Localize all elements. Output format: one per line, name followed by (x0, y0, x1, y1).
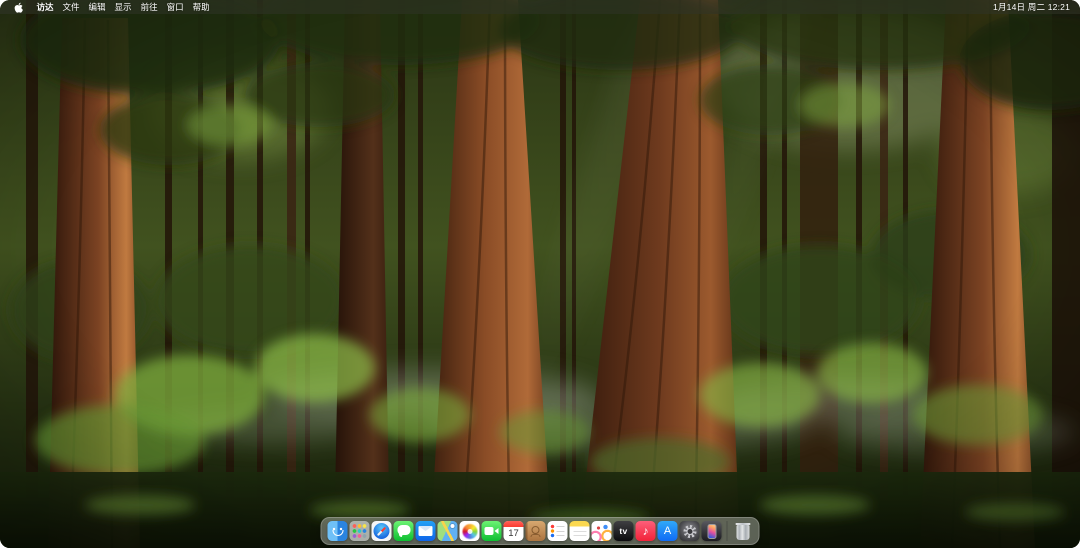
menu-item-5[interactable]: 前往 (136, 0, 162, 14)
dock: 17 tv♪A (321, 517, 760, 545)
menu-item-1[interactable]: 访达 (32, 0, 58, 14)
dock-item-reminders[interactable] (548, 521, 568, 541)
dock-item-facetime[interactable] (482, 521, 502, 541)
dock-item-contacts[interactable] (526, 521, 546, 541)
menu-bar-left: 访达文件编辑显示前往窗口帮助 (10, 0, 214, 14)
menu-item-2[interactable]: 文件 (58, 0, 84, 14)
dock-divider (727, 521, 728, 541)
dock-item-calendar[interactable]: 17 (504, 521, 524, 541)
dock-item-tv[interactable]: tv (614, 521, 634, 541)
desktop: 访达文件编辑显示前往窗口帮助 1月14日 周二 12:21 17 tv♪A (0, 0, 1080, 548)
menu-item-6[interactable]: 窗口 (162, 0, 188, 14)
music-glyph: ♪ (636, 521, 656, 541)
appstore-glyph: A (658, 521, 678, 541)
dock-item-finder[interactable] (328, 521, 348, 541)
dock-item-launchpad[interactable] (350, 521, 370, 541)
apple-logo-icon (14, 2, 23, 13)
dock-item-settings[interactable] (680, 521, 700, 541)
dock-item-safari[interactable] (372, 521, 392, 541)
menu-bar-clock[interactable]: 1月14日 周二 12:21 (993, 2, 1070, 12)
dock-item-appstore[interactable]: A (658, 521, 678, 541)
calendar-day: 17 (504, 526, 524, 541)
apple-menu[interactable] (10, 2, 27, 13)
menu-item-3[interactable]: 编辑 (84, 0, 110, 14)
dock-item-iphone-mirroring[interactable] (702, 521, 722, 541)
menu-bar-right: 1月14日 周二 12:21 (993, 0, 1070, 14)
dock-item-freeform[interactable] (592, 521, 612, 541)
tv-glyph: tv (614, 521, 634, 541)
dock-item-mail[interactable] (416, 521, 436, 541)
menu-item-4[interactable]: 显示 (110, 0, 136, 14)
menu-item-7[interactable]: 帮助 (188, 0, 214, 14)
dock-item-messages[interactable] (394, 521, 414, 541)
dock-item-notes[interactable] (570, 521, 590, 541)
dock-item-maps[interactable] (438, 521, 458, 541)
dock-item-trash[interactable] (733, 521, 753, 541)
wallpaper-sequoia-forest (0, 0, 1080, 548)
menu-bar: 访达文件编辑显示前往窗口帮助 1月14日 周二 12:21 (0, 0, 1080, 14)
menu-bar-menus: 访达文件编辑显示前往窗口帮助 (32, 0, 214, 14)
dock-item-music[interactable]: ♪ (636, 521, 656, 541)
dock-item-photos[interactable] (460, 521, 480, 541)
